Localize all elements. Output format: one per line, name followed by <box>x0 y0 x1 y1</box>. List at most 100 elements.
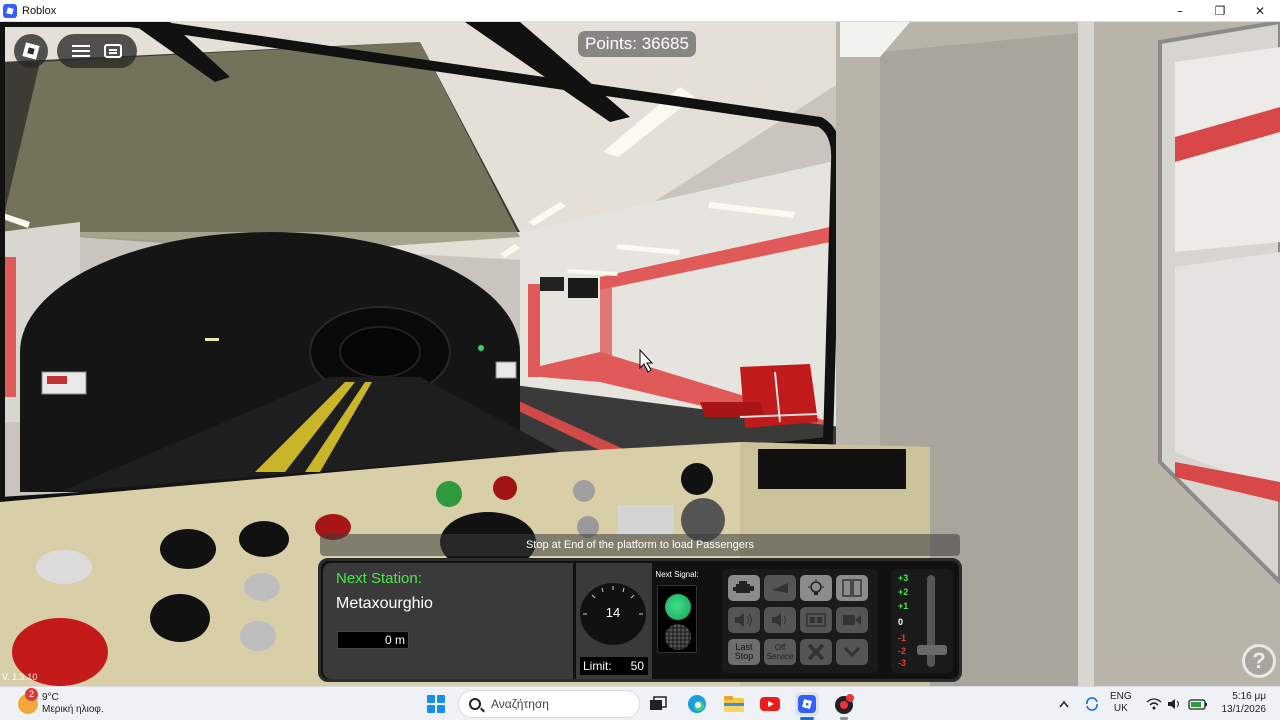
search-placeholder: Αναζήτηση <box>491 697 549 711</box>
horn-button[interactable] <box>764 575 796 601</box>
taskbar-app-youtube[interactable] <box>758 692 782 716</box>
recorder-icon <box>835 694 854 714</box>
taskbar: 2 9°C Μερική ηλιοφ. Αναζήτηση ENG UK 5:1… <box>0 686 1280 720</box>
language-indicator[interactable]: ENG UK <box>1110 691 1132 715</box>
throttle-notch: 0 <box>898 617 904 627</box>
youtube-icon <box>760 697 780 711</box>
engine-icon <box>733 581 754 593</box>
chat-icon[interactable] <box>104 44 122 58</box>
distance-value: 0 m <box>384 633 405 647</box>
throttle-notch: -2 <box>898 646 907 656</box>
taskbar-app-recorder[interactable] <box>832 692 856 720</box>
folder-icon <box>724 696 744 712</box>
clock-time: 5:16 μμ <box>1232 691 1266 702</box>
announcement-button[interactable] <box>728 607 760 633</box>
screen: Roblox – ❐ ✕ Points: 36685 Stop at End o… <box>0 0 1280 720</box>
announcement-icon <box>735 613 752 627</box>
close-icon <box>807 643 825 661</box>
game-viewport[interactable]: Points: 36685 Stop at End of the platfor… <box>0 22 1280 686</box>
quick-settings[interactable] <box>1146 687 1208 720</box>
next-station-label: Next Station: <box>336 570 422 587</box>
signal-indicator <box>657 585 697 653</box>
speaker-button[interactable] <box>764 607 796 633</box>
window-title: Roblox <box>22 4 57 17</box>
taskbar-app-roblox[interactable] <box>795 692 819 720</box>
close-button[interactable]: ✕ <box>1240 0 1280 22</box>
maximize-button[interactable]: ❐ <box>1200 0 1240 22</box>
roblox-menu-button[interactable] <box>14 34 48 68</box>
engine-button[interactable] <box>728 575 760 601</box>
weather-widget[interactable]: 2 9°C Μερική ηλιοφ. <box>18 688 104 719</box>
window-controls: – ❐ ✕ <box>1160 0 1280 22</box>
camera-button[interactable] <box>836 607 868 633</box>
train-dashboard: Next Station: Metaxourghio 0 m 14 Limit:… <box>318 558 962 682</box>
hamburger-menu-icon[interactable] <box>72 45 90 57</box>
last-stop-button[interactable]: Last Stop <box>728 639 760 665</box>
roblox-logo-icon <box>22 42 40 60</box>
camera-icon <box>843 615 861 625</box>
help-button[interactable]: ? <box>1242 644 1276 678</box>
train-controls: Last Stop Off Service <box>722 569 878 673</box>
network-icon <box>1146 698 1162 710</box>
sync-icon[interactable] <box>1084 696 1100 712</box>
lights-icon <box>808 579 824 595</box>
display-button[interactable] <box>800 607 832 633</box>
next-signal-panel: Next Signal: <box>654 565 700 657</box>
speedometer-gauge: 14 <box>580 583 646 645</box>
weather-badge: 2 <box>25 688 38 701</box>
taskbar-search[interactable]: Αναζήτηση <box>458 690 640 718</box>
signal-green-lamp <box>665 594 691 620</box>
throttle-handle[interactable] <box>917 645 947 655</box>
signal-off-lamp <box>665 624 691 650</box>
window-titlebar: Roblox – ❐ ✕ <box>0 0 1280 22</box>
speed-limit-display: Limit: 50 <box>580 657 648 675</box>
weather-description: Μερική ηλιοφ. <box>42 704 104 715</box>
off-service-button[interactable]: Off Service <box>764 639 796 665</box>
edge-icon <box>688 695 706 713</box>
throttle-notch: -3 <box>898 658 907 668</box>
chevron-up-icon[interactable] <box>1058 699 1070 709</box>
display-icon <box>806 613 826 627</box>
horn-icon <box>772 583 788 593</box>
clock-date: 13/1/2026 <box>1221 704 1267 715</box>
roblox-app-icon <box>3 3 17 18</box>
next-station-name: Metaxourghio <box>336 595 433 612</box>
language-code: ENG <box>1110 691 1132 702</box>
next-station-panel: Next Station: Metaxourghio 0 m <box>323 563 573 679</box>
throttle-notch: +3 <box>898 573 909 583</box>
minimize-button[interactable]: – <box>1160 0 1200 22</box>
next-signal-label: Next Signal: <box>655 570 699 579</box>
search-icon <box>469 698 481 710</box>
hint-message: Stop at End of the platform to load Pass… <box>320 534 960 556</box>
throttle-notch: -1 <box>898 633 907 643</box>
cancel-button[interactable] <box>800 639 832 665</box>
limit-value: 50 <box>630 659 644 673</box>
speaker-icon <box>772 613 786 627</box>
collapse-button[interactable] <box>836 639 868 665</box>
doors-button[interactable] <box>836 575 868 601</box>
battery-icon <box>1188 699 1207 710</box>
limit-label: Limit: <box>583 659 612 673</box>
speed-panel: 14 Limit: 50 <box>576 563 652 679</box>
doors-icon <box>842 579 862 597</box>
keyboard-layout: UK <box>1113 703 1128 714</box>
weather-temp: 9°C <box>42 692 59 703</box>
throttle-notch: +2 <box>898 587 909 597</box>
windows-logo-icon <box>427 695 435 703</box>
weather-icon: 2 <box>18 688 38 714</box>
taskbar-app-edge[interactable] <box>685 692 709 716</box>
clock[interactable]: 5:16 μμ 13/1/2026 <box>1214 690 1267 716</box>
speed-value: 14 <box>605 605 621 620</box>
lights-button[interactable] <box>800 575 832 601</box>
task-view-icon <box>650 696 667 710</box>
taskview-button[interactable] <box>646 692 670 716</box>
distance-display: 0 m <box>337 631 409 649</box>
points-display: Points: 36685 <box>578 31 696 57</box>
roblox-toolbar <box>57 34 137 68</box>
taskbar-app-explorer[interactable] <box>722 692 746 716</box>
start-button[interactable] <box>427 695 445 713</box>
version-label: V. 1.3.10 <box>2 672 38 682</box>
chevron-down-icon <box>843 646 861 658</box>
throttle-panel: +3 +2 +1 0 -1 -2 -3 <box>891 569 953 673</box>
volume-icon <box>1168 699 1179 709</box>
